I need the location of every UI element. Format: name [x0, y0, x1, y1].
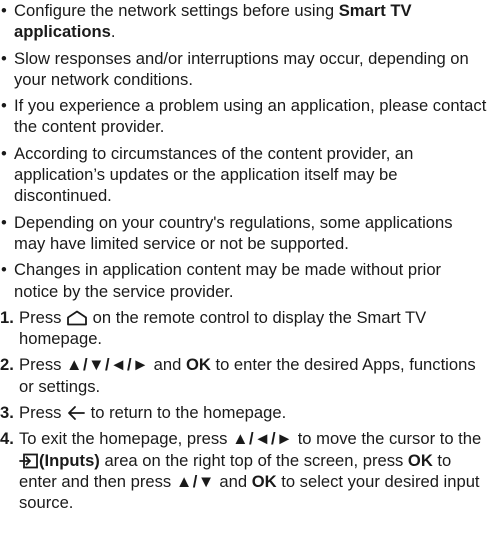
note-text: Changes in application content may be ma…	[14, 260, 442, 301]
step-text: Press	[19, 403, 67, 423]
step-item: 4. To exit the homepage, press ▲/◄/► to …	[0, 428, 488, 513]
direction-keys: ▲/▼/◄/►	[66, 355, 150, 375]
bullet-marker: •	[1, 260, 7, 280]
step-text: to move the cursor to the	[293, 429, 482, 449]
note-text: If you experience a problem using an app…	[14, 96, 487, 137]
ok-key: OK	[185, 355, 211, 375]
note-text: According to circumstances of the conten…	[14, 143, 414, 206]
list-item: • Slow responses and/or interruptions ma…	[0, 48, 488, 91]
note-text-tail: .	[110, 22, 116, 42]
step-text: Press	[19, 307, 67, 327]
back-arrow-icon	[66, 405, 86, 421]
step-number: 2.	[0, 355, 14, 375]
step-item: 1. Press on the remote control to displa…	[0, 307, 488, 350]
list-item: • If you experience a problem using an a…	[0, 95, 488, 138]
step-item: 2. Press ▲/▼/◄/► and OK to enter the des…	[0, 354, 488, 397]
step-number: 3.	[0, 403, 14, 423]
bullet-marker: •	[1, 1, 7, 20]
note-text-lead: Configure the network settings before us…	[14, 1, 339, 20]
list-item: • According to circumstances of the cont…	[0, 143, 488, 207]
ok-key: OK	[251, 471, 277, 491]
list-item: • Depending on your country's regulation…	[0, 212, 488, 255]
list-item: • Configure the network settings before …	[0, 0, 488, 43]
step-item: 3. Press to return to the homepage.	[0, 402, 488, 423]
step-text: area on the right top of the screen, pre…	[99, 450, 408, 470]
inputs-label: (Inputs)	[39, 450, 100, 470]
bullet-marker: •	[1, 96, 7, 116]
step-text: and	[214, 471, 252, 491]
bullet-marker: •	[1, 212, 7, 232]
note-text: Slow responses and/or interruptions may …	[14, 48, 469, 89]
step-text: Press	[19, 355, 67, 375]
steps-list: 1. Press on the remote control to displa…	[0, 307, 488, 514]
step-number: 4.	[0, 429, 14, 449]
document-body: • Configure the network settings before …	[0, 0, 488, 519]
note-text: Depending on your country's regulations,…	[14, 212, 453, 253]
step-text: and	[149, 355, 186, 375]
bullet-marker: •	[1, 143, 7, 163]
bullet-marker: •	[1, 48, 7, 68]
ok-key: OK	[407, 450, 433, 470]
notes-list: • Configure the network settings before …	[0, 0, 488, 302]
step-number: 1.	[0, 307, 14, 327]
direction-keys: ▲/◄/►	[232, 429, 294, 449]
list-item: • Changes in application content may be …	[0, 259, 488, 302]
home-icon	[66, 310, 88, 326]
direction-keys: ▲/▼	[175, 471, 215, 491]
step-text: to return to the homepage.	[86, 403, 287, 423]
inputs-icon	[19, 453, 39, 469]
step-text: To exit the homepage, press	[19, 429, 233, 449]
